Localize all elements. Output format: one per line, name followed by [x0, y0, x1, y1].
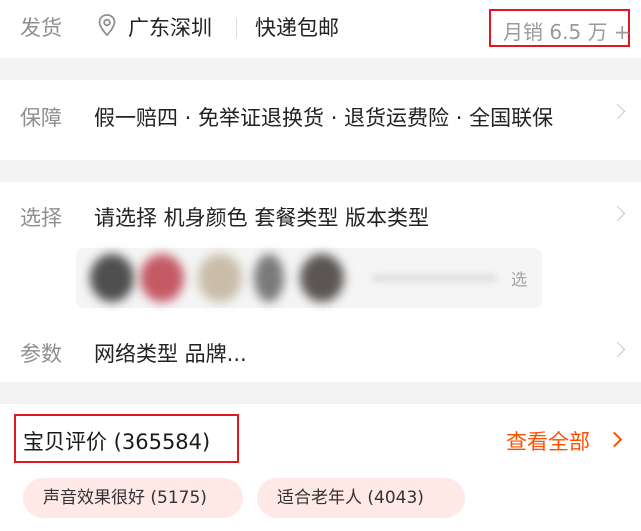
blurred-text: [372, 274, 497, 282]
select-options-text: 请选择 机身颜色 套餐类型 版本类型: [94, 206, 430, 230]
sku-thumbnail[interactable]: [140, 254, 184, 302]
select-more-text[interactable]: 选: [511, 266, 527, 290]
chevron-right-icon: [609, 205, 626, 222]
free-shipping-text: 快递包邮: [255, 16, 339, 40]
review-tag[interactable]: 适合老年人 (4043): [257, 478, 465, 518]
view-all-link[interactable]: 查看全部: [506, 426, 590, 456]
product-detail-page: 发货 广东深圳 快递包邮 月销 6.5 万 + 保障 假一赔四 · 免举证退换货…: [0, 0, 641, 531]
divider: [236, 18, 237, 38]
chevron-right-icon[interactable]: [606, 431, 623, 448]
sku-thumbnail[interactable]: [254, 254, 284, 302]
shipping-location: 广东深圳: [128, 16, 212, 40]
guarantee-label: 保障: [20, 106, 62, 130]
monthly-sales-text: 月销 6.5 万 +: [503, 20, 631, 44]
sku-thumbnail[interactable]: [198, 254, 242, 302]
select-label: 选择: [20, 206, 62, 230]
review-tag[interactable]: 声音效果很好 (5175): [23, 478, 243, 518]
reviews-title: 宝贝评价 (365584): [23, 430, 211, 454]
guarantee-row[interactable]: 保障 假一赔四 · 免举证退换货 · 退货运费险 · 全国联保: [0, 80, 641, 160]
sku-thumbnail[interactable]: [300, 254, 344, 302]
shipping-label: 发货: [20, 16, 62, 40]
options-card: 选择 请选择 机身颜色 套餐类型 版本类型 选 参数 网络类型 品牌...: [0, 182, 641, 382]
parameters-label: 参数: [20, 342, 62, 366]
parameters-text: 网络类型 品牌...: [94, 342, 247, 366]
chevron-right-icon: [609, 341, 626, 358]
reviews-card: 宝贝评价 (365584) 查看全部 声音效果很好 (5175) 适合老年人 (…: [0, 404, 641, 531]
guarantee-text: 假一赔四 · 免举证退换货 · 退货运费险 · 全国联保: [94, 106, 554, 130]
sku-thumbnail[interactable]: [90, 254, 134, 302]
shipping-row[interactable]: 发货 广东深圳 快递包邮 月销 6.5 万 +: [0, 0, 641, 58]
monthly-sales-highlight: 月销 6.5 万 +: [489, 9, 631, 47]
location-pin-icon: [98, 14, 116, 37]
reviews-title-highlight: 宝贝评价 (365584): [14, 414, 239, 463]
